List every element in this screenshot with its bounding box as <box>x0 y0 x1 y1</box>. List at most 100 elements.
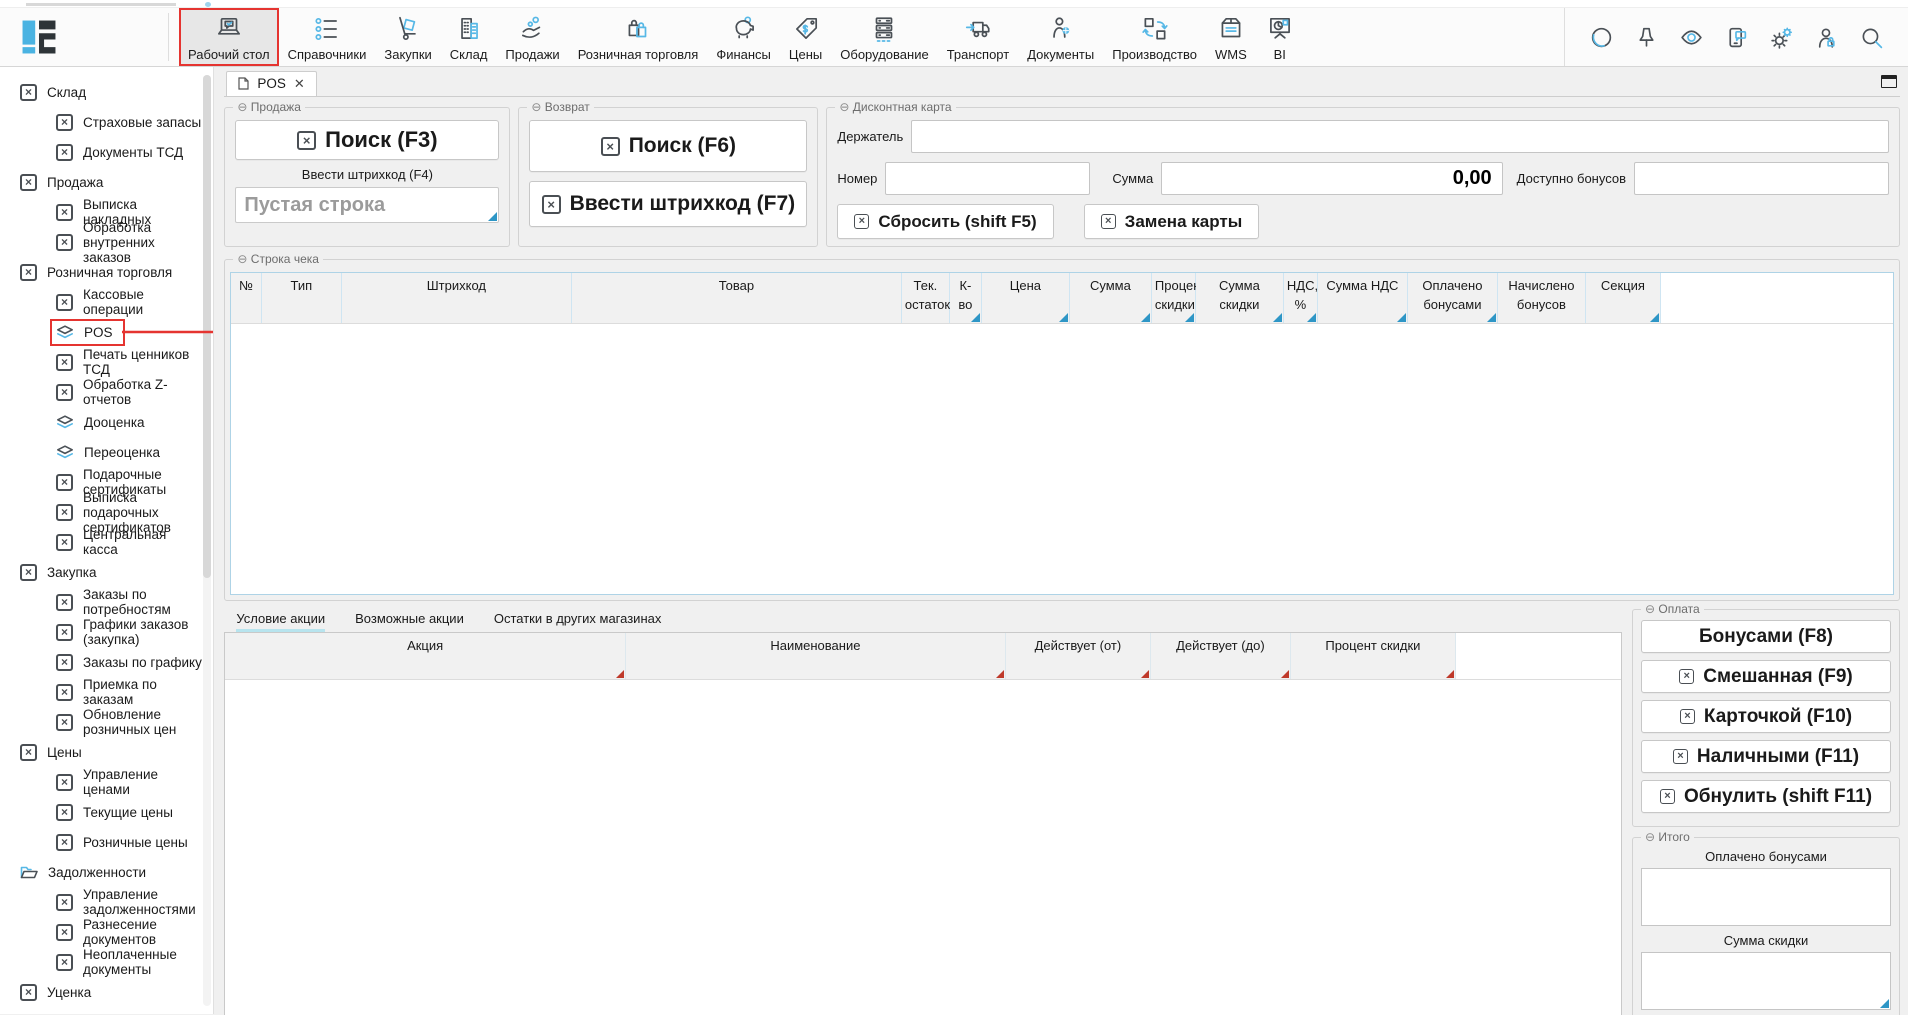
sale-barcode-input[interactable]: Пустая строка <box>235 187 499 223</box>
available-bonus-label: Доступно бонусов <box>1517 171 1626 186</box>
column-header[interactable]: Оплачено бонусами <box>1407 273 1497 323</box>
sidebar-item[interactable]: × <box>0 1007 213 1014</box>
card-number-input[interactable] <box>885 162 1090 195</box>
totals-fields: Оплачено бонусамиСумма скидкиСумма чека <box>1641 849 1891 1015</box>
handtruck-icon <box>393 13 423 44</box>
payment-button-label: Обнулить (shift F11) <box>1684 786 1872 808</box>
sidebar-item[interactable]: ×Обработка внутренних заказов <box>0 227 213 257</box>
sidebar-item-label: Переоценка <box>84 445 160 460</box>
feedback-icon[interactable] <box>1724 25 1749 50</box>
column-header[interactable]: Тек. остаток <box>901 273 949 323</box>
navigation-sidebar: ×Склад×Страховые запасы×Документы ТСД×Пр… <box>0 67 214 1014</box>
promo-tab[interactable]: Возможные акции <box>355 611 464 632</box>
toolbar-button[interactable]: Склад <box>441 8 497 66</box>
promo-tab[interactable]: Условие акции <box>236 611 325 632</box>
refund-barcode-button[interactable]: × Ввести штрихкод (F7) <box>529 181 807 227</box>
sort-indicator <box>1650 313 1659 322</box>
toolbar-button[interactable]: Производство <box>1103 8 1206 66</box>
x-box-icon: × <box>56 594 73 611</box>
toolbar-button[interactable]: WMS <box>1206 8 1256 66</box>
sale-search-button[interactable]: × Поиск (F3) <box>235 120 499 160</box>
payment-button[interactable]: ×Обнулить (shift F11) <box>1641 780 1891 813</box>
column-header[interactable]: Сумма скидки <box>1195 273 1283 323</box>
settings-icon[interactable] <box>1769 25 1794 50</box>
sidebar-item[interactable]: ×Страховые запасы <box>0 107 213 137</box>
sidebar-item[interactable]: ×Кассовые операции <box>0 287 213 317</box>
tab-pos[interactable]: POS ✕ <box>226 71 316 96</box>
placeholder-icon: × <box>1673 749 1688 764</box>
column-header[interactable]: Действует (до) <box>1150 633 1290 679</box>
column-header[interactable]: Секция <box>1585 273 1660 323</box>
refund-search-button[interactable]: × Поиск (F6) <box>529 120 807 172</box>
available-bonus-input[interactable] <box>1634 162 1889 195</box>
sidebar-item[interactable]: ×Уценка <box>0 977 213 1007</box>
toolbar-button[interactable]: Справочники <box>279 8 376 66</box>
sidebar-item[interactable]: ×Розничные цены <box>0 827 213 857</box>
column-header[interactable]: Действует (от) <box>1005 633 1150 679</box>
sort-indicator <box>616 670 624 678</box>
toolbar-button[interactable]: Продажи <box>496 8 568 66</box>
toolbar-button[interactable]: Закупки <box>375 8 440 66</box>
toolbar-button[interactable]: Транспорт <box>938 8 1019 66</box>
sidebar-item[interactable]: ×Обработка Z-отчетов <box>0 377 213 407</box>
reset-card-button[interactable]: × Сбросить (shift F5) <box>837 204 1053 239</box>
column-header[interactable]: Товар <box>571 273 901 323</box>
column-header[interactable]: Цена <box>981 273 1069 323</box>
sidebar-item[interactable]: ×Графики заказов (закупка) <box>0 617 213 647</box>
toolbar-button[interactable]: Цены <box>780 8 831 66</box>
toolbar-button-label: Цены <box>789 47 822 62</box>
placeholder-icon: × <box>1679 669 1694 684</box>
sidebar-item[interactable]: ×Управление ценами <box>0 767 213 797</box>
x-box-icon: × <box>56 894 73 911</box>
sidebar-item[interactable]: ×Склад <box>0 77 213 107</box>
column-header[interactable]: Штрихкод <box>341 273 571 323</box>
holder-input[interactable] <box>911 120 1889 153</box>
replace-card-button[interactable]: × Замена карты <box>1084 204 1260 239</box>
window-title-cut <box>0 0 1908 8</box>
column-header[interactable]: Сумма НДС <box>1317 273 1407 323</box>
column-header[interactable]: НДС, % <box>1283 273 1317 323</box>
sidebar-item[interactable]: ×Центральная касса <box>0 527 213 557</box>
column-header[interactable]: Акция <box>225 633 625 679</box>
search-icon[interactable] <box>1859 25 1884 50</box>
promo-tab[interactable]: Остатки в других магазинах <box>494 611 662 632</box>
payment-button[interactable]: ×Смешанная (F9) <box>1641 660 1891 693</box>
user-lock-icon[interactable] <box>1814 25 1839 50</box>
column-header[interactable]: Начислено бонусов <box>1497 273 1585 323</box>
card-amount-input[interactable]: 0,00 <box>1161 162 1502 195</box>
sidebar-scrollbar[interactable] <box>203 75 211 1006</box>
toolbar-button-label: Продажи <box>505 47 559 62</box>
toolbar-button-label: WMS <box>1215 47 1247 62</box>
sidebar-item[interactable]: ×Текущие цены <box>0 797 213 827</box>
sidebar-item[interactable]: ×Обновление розничных цен <box>0 707 213 737</box>
column-header[interactable]: № <box>231 273 261 323</box>
close-icon[interactable]: ✕ <box>294 77 305 90</box>
column-header[interactable]: Наименование <box>625 633 1005 679</box>
sidebar-item-label: Закупка <box>47 565 97 580</box>
toolbar-button[interactable]: Рабочий стол <box>179 8 279 66</box>
window-panel-icon[interactable] <box>1881 75 1897 88</box>
toolbar-button-label: Документы <box>1027 47 1094 62</box>
column-header[interactable]: Сумма <box>1069 273 1151 323</box>
column-header[interactable]: Процент скидки <box>1290 633 1455 679</box>
column-header[interactable]: Процен скидки <box>1151 273 1195 323</box>
clock-icon[interactable] <box>1589 25 1614 50</box>
holder-label: Держатель <box>837 129 903 144</box>
sale-groupbox: Продажа × Поиск (F3) Ввести штрихкод (F4… <box>224 107 510 247</box>
payment-button[interactable]: Бонусами (F8) <box>1641 620 1891 653</box>
column-header[interactable]: К-во <box>949 273 981 323</box>
sidebar-item[interactable]: Дооценка <box>0 407 213 437</box>
toolbar-button[interactable]: BI <box>1256 8 1304 66</box>
sidebar-item[interactable]: ×Документы ТСД <box>0 137 213 167</box>
sidebar-item[interactable]: ×Неоплаченные документы <box>0 947 213 977</box>
column-header[interactable]: Тип <box>261 273 341 323</box>
toolbar-button[interactable]: Финансы <box>707 8 780 66</box>
eye-icon[interactable] <box>1679 25 1704 50</box>
pin-icon[interactable] <box>1634 25 1659 50</box>
toolbar-button-label: Оборудование <box>840 47 928 62</box>
toolbar-button[interactable]: Документы <box>1018 8 1103 66</box>
toolbar-button[interactable]: Розничная торговля <box>569 8 708 66</box>
toolbar-button[interactable]: Оборудование <box>831 8 937 66</box>
payment-button[interactable]: ×Наличными (F11) <box>1641 740 1891 773</box>
payment-button[interactable]: ×Карточкой (F10) <box>1641 700 1891 733</box>
